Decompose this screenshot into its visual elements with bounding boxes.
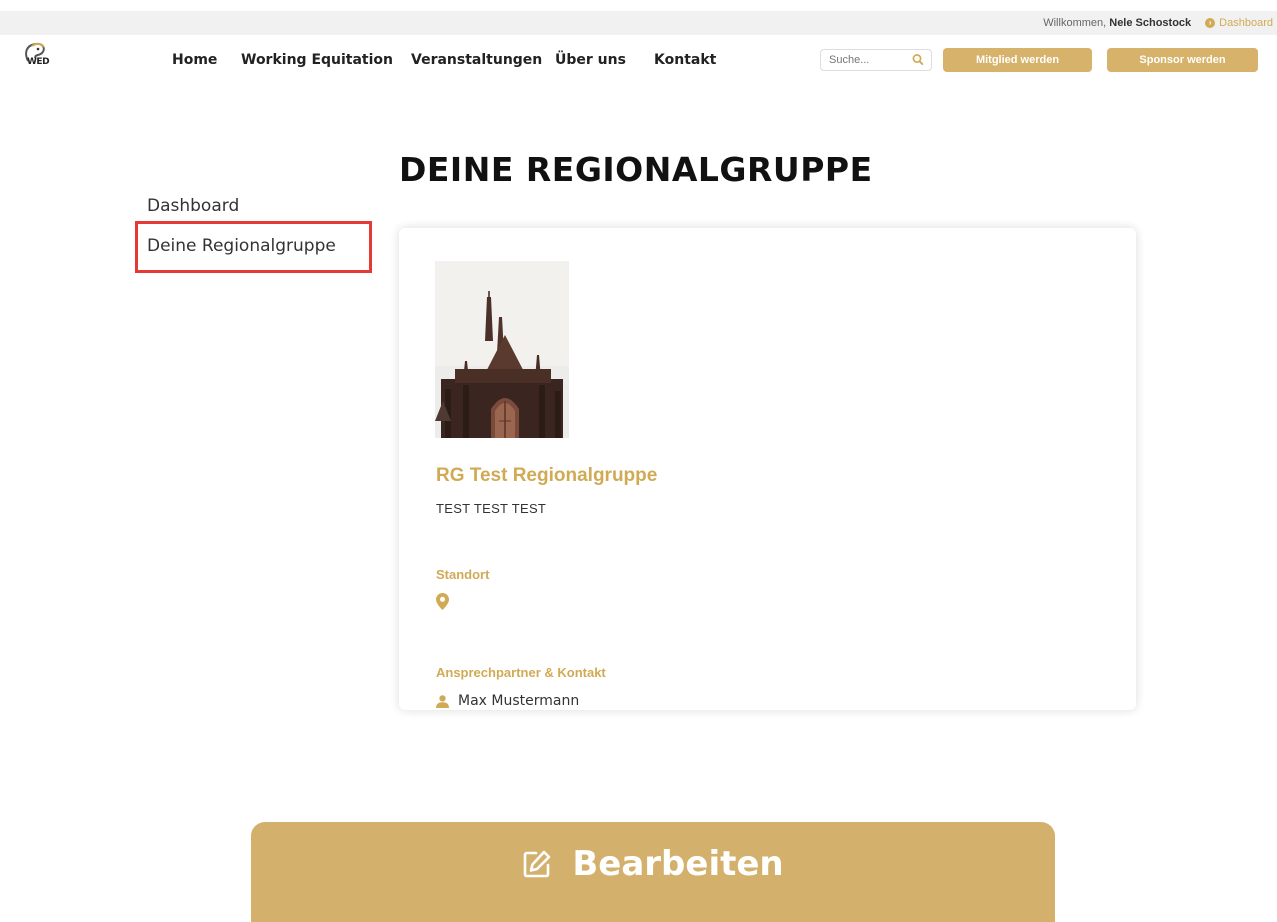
edit-button-label: Bearbeiten xyxy=(572,844,784,884)
sidebar-item-dashboard[interactable]: Dashboard xyxy=(147,196,239,216)
sponsor-button[interactable]: Sponsor werden xyxy=(1107,48,1258,72)
nav-ueber-uns[interactable]: Über uns xyxy=(555,52,626,68)
sidebar-item-regionalgruppe[interactable]: Deine Regionalgruppe xyxy=(147,236,336,256)
regionalgruppe-card: RG Test Regionalgruppe TEST TEST TEST St… xyxy=(399,228,1136,710)
welcome-text: Willkommen, Nele Schostock xyxy=(1043,17,1191,29)
welcome-prefix: Willkommen, xyxy=(1043,17,1110,29)
page-title: DEINE REGIONALGRUPPE xyxy=(399,150,873,189)
nav-home[interactable]: Home xyxy=(172,52,217,68)
dashboard-link[interactable]: › Dashboard xyxy=(1205,17,1273,29)
dashboard-arrow-icon: › xyxy=(1205,18,1216,28)
nav-veranstaltungen[interactable]: Veranstaltungen xyxy=(411,52,542,68)
edit-button[interactable]: Bearbeiten xyxy=(251,822,1055,922)
contact-label: Ansprechpartner & Kontakt xyxy=(436,665,606,680)
search-box xyxy=(820,49,932,71)
cathedral-image xyxy=(435,261,569,438)
nav-working-equitation[interactable]: Working Equitation xyxy=(241,52,393,68)
group-description: TEST TEST TEST xyxy=(436,501,547,516)
nav-kontakt[interactable]: Kontakt xyxy=(654,52,716,68)
dashboard-link-label: Dashboard xyxy=(1219,17,1273,29)
member-button[interactable]: Mitglied werden xyxy=(943,48,1092,72)
contact-name: Max Mustermann xyxy=(458,693,580,709)
search-input[interactable] xyxy=(821,50,911,70)
wed-logo[interactable]: WED xyxy=(16,39,64,79)
user-name: Nele Schostock xyxy=(1109,17,1192,29)
logo-text: WED xyxy=(27,57,50,67)
person-icon xyxy=(436,695,449,708)
search-icon[interactable] xyxy=(912,53,924,67)
group-name: RG Test Regionalgruppe xyxy=(436,465,658,486)
location-label: Standort xyxy=(436,567,490,582)
edit-icon xyxy=(524,850,551,878)
top-utility-bar: Willkommen, Nele Schostock › Dashboard xyxy=(0,11,1277,35)
map-pin-icon xyxy=(436,593,449,610)
main-navbar: WED Home Working Equitation Veranstaltun… xyxy=(0,35,1277,85)
